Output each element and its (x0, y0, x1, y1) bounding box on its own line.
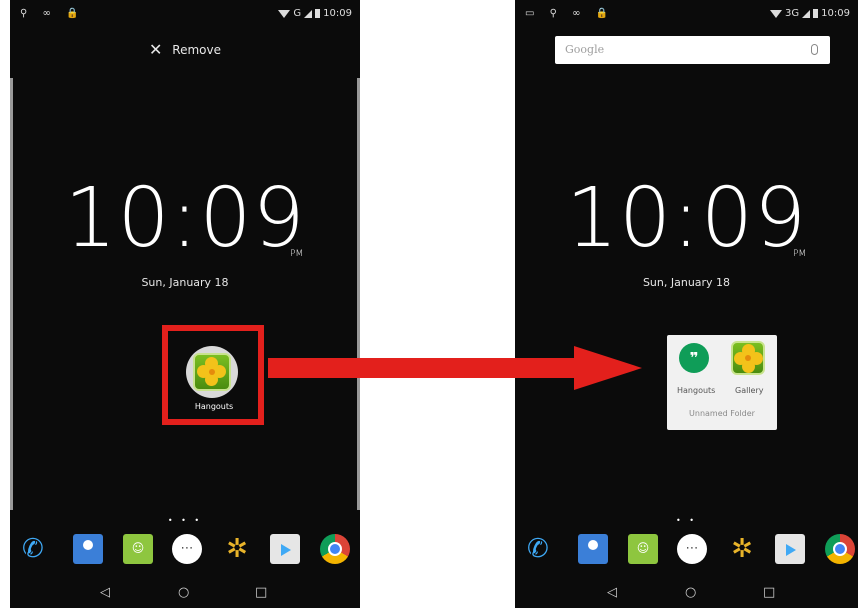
status-bar: ▭ ⚲ ∞ 🔒 3G 10:09 (515, 0, 858, 26)
microphone-icon[interactable] (811, 44, 818, 55)
phone-icon[interactable]: ✆ (527, 534, 557, 564)
clock-ampm: PM (290, 249, 304, 259)
navigation-bar: ◁ ○ □ (10, 578, 360, 608)
close-icon: ✕ (149, 40, 163, 59)
navigation-bar: ◁ ○ □ (515, 578, 858, 608)
dock: ✆ ☺ ⋯ ✲ (515, 530, 858, 574)
status-right: G 10:09 (278, 8, 352, 19)
photos-icon[interactable]: ✲ (727, 534, 757, 564)
clock-widget[interactable]: 10:09 PM (10, 178, 360, 260)
arrow-head (574, 346, 642, 390)
messaging-icon[interactable]: ☺ (628, 534, 658, 564)
folder-name[interactable]: Unnamed Folder (667, 409, 777, 418)
recents-icon[interactable]: □ (255, 585, 267, 600)
right-phone-screen: ▭ ⚲ ∞ 🔒 3G 10:09 Google 10:09 PM Sun, Ja… (515, 0, 858, 608)
chrome-icon[interactable] (320, 534, 350, 564)
clock-ampm: PM (793, 249, 807, 259)
contacts-icon[interactable] (73, 534, 103, 564)
play-store-icon[interactable] (775, 534, 805, 564)
page-indicator: • • (676, 516, 697, 525)
dragged-app-label: Hangouts (194, 402, 234, 411)
app-folder[interactable]: ❞ Hangouts Gallery Unnamed Folder (667, 335, 777, 430)
folder-app-label: Gallery (735, 386, 764, 395)
clock-time: 10:09 (565, 171, 808, 266)
home-icon[interactable]: ○ (178, 585, 189, 600)
clock-date: Sun, January 18 (141, 276, 229, 289)
back-icon[interactable]: ◁ (607, 585, 617, 600)
recents-icon[interactable]: □ (763, 585, 775, 600)
notification-icons: ▭ ⚲ ∞ 🔒 (525, 8, 615, 19)
page-indicator: • • • (167, 516, 203, 525)
status-right: 3G 10:09 (770, 8, 850, 19)
left-phone-screen: ⚲ ∞ 🔒 G 10:09 ✕ Remove 10:09 PM Sun, Jan… (10, 0, 360, 608)
back-icon[interactable]: ◁ (100, 585, 110, 600)
google-logo: Google (565, 43, 605, 56)
notification-icons: ⚲ ∞ 🔒 (20, 8, 85, 19)
network-type: 3G (785, 8, 800, 19)
arrow-shaft (268, 358, 578, 378)
messaging-icon[interactable]: ☺ (123, 534, 153, 564)
dragged-app[interactable] (186, 346, 238, 398)
clock-widget[interactable]: 10:09 PM (515, 178, 858, 260)
contacts-icon[interactable] (578, 534, 608, 564)
battery-icon (813, 9, 819, 18)
network-type: G (293, 8, 302, 19)
phone-icon[interactable]: ✆ (22, 534, 52, 564)
right-page-edge (357, 78, 360, 510)
status-bar: ⚲ ∞ 🔒 G 10:09 (10, 0, 360, 26)
folder-app-label: Hangouts (677, 386, 716, 395)
signal-icon (304, 9, 313, 18)
hangouts-icon[interactable]: ❞ (679, 343, 709, 373)
status-time: 10:09 (323, 8, 352, 19)
app-drawer-icon[interactable]: ⋯ (172, 534, 202, 564)
wifi-icon (770, 9, 783, 18)
remove-label: Remove (172, 43, 221, 57)
home-icon[interactable]: ○ (685, 585, 696, 600)
status-time: 10:09 (821, 8, 850, 19)
clock-time: 10:09 (64, 171, 306, 266)
left-page-edge (10, 78, 13, 510)
app-drawer-icon[interactable]: ⋯ (677, 534, 707, 564)
google-search-bar[interactable]: Google (555, 36, 830, 64)
remove-drop-target[interactable]: ✕ Remove (10, 40, 360, 59)
photos-icon[interactable]: ✲ (222, 534, 252, 564)
gallery-icon (193, 353, 231, 391)
signal-icon (802, 9, 811, 18)
battery-icon (315, 9, 321, 18)
play-store-icon[interactable] (270, 534, 300, 564)
dock: ✆ ☺ ⋯ ✲ (10, 530, 360, 574)
clock-date: Sun, January 18 (642, 276, 731, 289)
gallery-icon[interactable] (731, 341, 765, 375)
chrome-icon[interactable] (825, 534, 855, 564)
wifi-icon (278, 9, 291, 18)
